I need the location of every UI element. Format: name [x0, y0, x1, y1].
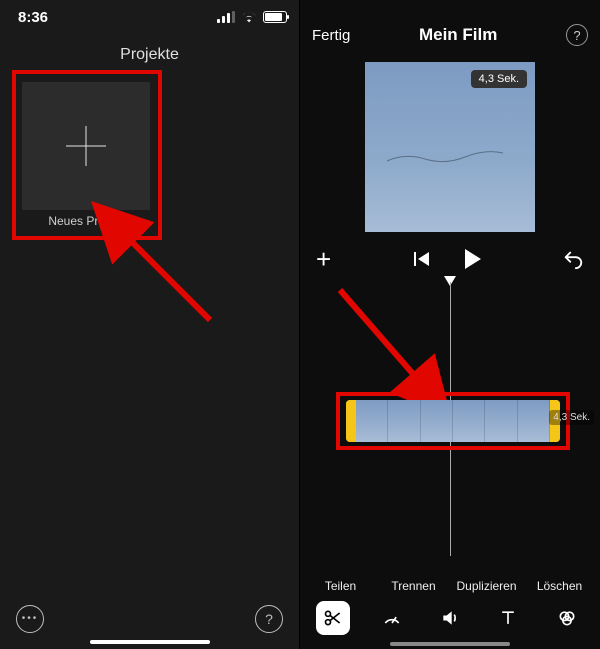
duration-badge: 4,3 Sek. [471, 70, 527, 88]
speaker-icon [440, 608, 460, 628]
annotation-arrow [310, 282, 450, 402]
new-project-label: Neues Projekt [22, 214, 150, 228]
duplicate-action[interactable]: Duplizieren [450, 579, 523, 593]
new-project-button[interactable] [22, 82, 150, 210]
undo-icon [562, 248, 584, 270]
undo-button[interactable] [562, 248, 584, 270]
add-media-button[interactable]: + [316, 246, 331, 272]
preview-content [385, 147, 505, 167]
timeline-clip[interactable] [346, 400, 560, 442]
share-action[interactable]: Teilen [304, 579, 377, 593]
done-button[interactable]: Fertig [312, 27, 350, 44]
help-button[interactable]: ? [566, 24, 588, 46]
clip-left-handle[interactable] [346, 400, 356, 442]
help-button[interactable]: ? [255, 605, 283, 633]
question-icon: ? [573, 28, 580, 43]
split-action[interactable]: Trennen [377, 579, 450, 593]
wifi-icon [241, 11, 257, 23]
question-icon: ? [265, 611, 273, 627]
ellipsis-icon: ••• [22, 614, 39, 624]
status-time: 8:36 [18, 9, 48, 26]
filters-icon [557, 608, 577, 628]
project-title[interactable]: Mein Film [419, 25, 497, 45]
video-preview[interactable]: 4,3 Sek. [365, 62, 535, 232]
timeline[interactable]: 4,3 Sek. [300, 282, 600, 552]
text-tool-button[interactable] [491, 601, 525, 635]
volume-tool-button[interactable] [433, 601, 467, 635]
speedometer-icon [382, 608, 402, 628]
clip-duration-label: 4,3 Sek. [549, 410, 594, 425]
cellular-signal-icon [217, 11, 235, 23]
status-bar: 8:36 [0, 0, 299, 28]
home-indicator[interactable] [390, 642, 510, 646]
editor-screen: Fertig Mein Film ? 4,3 Sek. + [300, 0, 600, 649]
clip-thumbnails [356, 400, 550, 442]
more-options-button[interactable]: ••• [16, 605, 44, 633]
battery-icon [263, 11, 287, 23]
plus-icon [66, 126, 106, 166]
skip-to-start-button[interactable] [413, 250, 431, 268]
home-indicator[interactable] [90, 640, 210, 644]
text-icon [498, 608, 518, 628]
speed-tool-button[interactable] [375, 601, 409, 635]
clip-action-row: Teilen Trennen Duplizieren Löschen [300, 579, 600, 593]
skip-back-icon [413, 250, 431, 268]
cut-tool-button[interactable] [316, 601, 350, 635]
projects-title: Projekte [0, 46, 299, 64]
scissors-icon [323, 608, 343, 628]
tool-row [300, 595, 600, 641]
projects-screen: 8:36 Projekte Neues Projekt ••• ? [0, 0, 300, 649]
status-icons [217, 11, 287, 23]
delete-action[interactable]: Löschen [523, 579, 596, 593]
play-button[interactable] [465, 249, 481, 269]
filters-tool-button[interactable] [550, 601, 584, 635]
